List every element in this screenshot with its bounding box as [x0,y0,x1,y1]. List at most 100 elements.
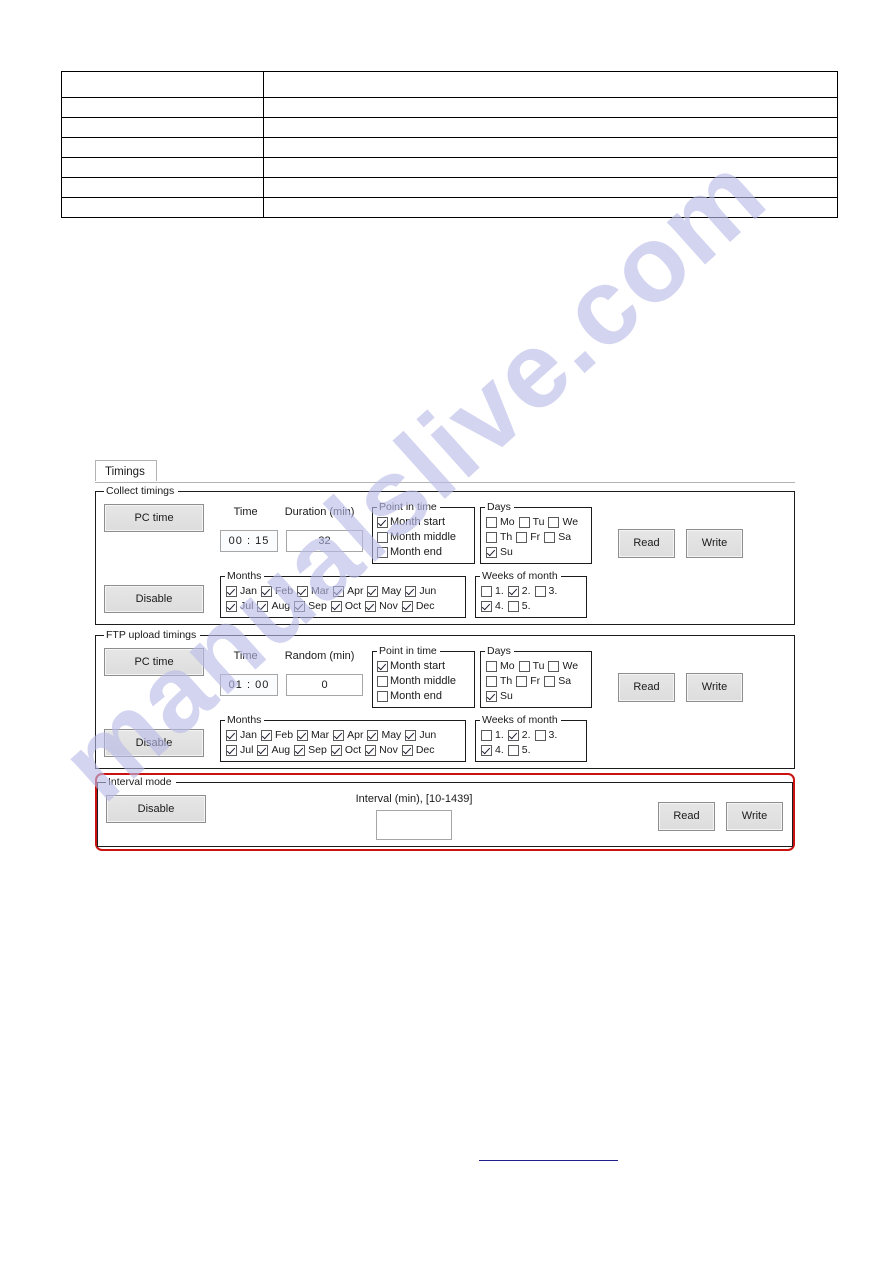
ftp-day-sa[interactable]: Sa [543,674,571,689]
checkbox-icon[interactable] [507,730,519,741]
ftp-month-feb[interactable]: Feb [260,728,293,743]
collect-month-apr[interactable]: Apr [332,584,363,599]
checkbox-icon[interactable] [365,601,377,612]
collect-month-may[interactable]: May [366,584,401,599]
collect-week-2[interactable]: 2. [507,584,531,599]
ftp-month-may[interactable]: May [366,728,401,743]
interval-input[interactable] [376,810,452,840]
checkbox-icon[interactable] [516,676,528,687]
checkbox-icon[interactable] [294,745,306,756]
ftp-day-fr[interactable]: Fr [515,674,540,689]
collect-month-jul[interactable]: Jul [225,599,253,614]
ftp-month-sep[interactable]: Sep [293,743,327,758]
checkbox-icon[interactable] [226,601,237,612]
interval-write-button[interactable]: Write [726,802,783,831]
checkbox-icon[interactable] [330,601,342,612]
collect-day-we[interactable]: We [547,515,578,530]
collect-day-su[interactable]: Su [485,545,513,560]
collect-week-4[interactable]: 4. [480,599,504,614]
ftp-week-4[interactable]: 4. [480,743,504,758]
collect-duration-input[interactable]: 32 [286,530,363,552]
collect-week-3[interactable]: 3. [534,584,557,599]
collect-point-month-end[interactable]: Month end [377,545,470,560]
checkbox-icon[interactable] [486,676,497,687]
collect-month-oct[interactable]: Oct [330,599,361,614]
checkbox-icon[interactable] [367,730,379,741]
collect-disable-button[interactable]: Disable [104,585,204,613]
collect-month-jan[interactable]: Jan [225,584,257,599]
checkbox-icon[interactable] [544,676,556,687]
checkbox-icon[interactable] [486,532,497,543]
checkbox-icon[interactable] [507,586,519,597]
checkbox-icon[interactable] [481,745,492,756]
checkbox-icon[interactable] [548,517,560,528]
checkbox-icon[interactable] [294,601,306,612]
ftp-month-nov[interactable]: Nov [364,743,398,758]
collect-month-sep[interactable]: Sep [293,599,327,614]
collect-pc-time-button[interactable]: PC time [104,504,204,532]
checkbox-icon[interactable] [260,586,272,597]
checkbox-icon[interactable] [401,745,413,756]
ftp-write-button[interactable]: Write [686,673,743,702]
checkbox-icon[interactable] [367,586,379,597]
collect-month-aug[interactable]: Aug [256,599,290,614]
checkbox-icon[interactable] [486,691,497,702]
ftp-point-month-middle[interactable]: Month middle [377,674,470,689]
collect-day-fr[interactable]: Fr [515,530,540,545]
ftp-point-month-end[interactable]: Month end [377,689,470,704]
checkbox-icon[interactable] [257,601,269,612]
checkbox-icon[interactable] [516,532,528,543]
checkbox-icon[interactable] [507,745,519,756]
checkbox-icon[interactable] [377,517,388,528]
checkbox-icon[interactable] [548,661,560,672]
checkbox-icon[interactable] [333,730,345,741]
checkbox-icon[interactable] [377,661,388,672]
checkbox-icon[interactable] [257,745,269,756]
checkbox-icon[interactable] [507,601,519,612]
ftp-day-tu[interactable]: Tu [518,659,544,674]
interval-read-button[interactable]: Read [658,802,715,831]
checkbox-icon[interactable] [405,586,417,597]
checkbox-icon[interactable] [297,730,309,741]
ftp-month-jan[interactable]: Jan [225,728,257,743]
checkbox-icon[interactable] [377,676,388,687]
ftp-month-apr[interactable]: Apr [332,728,363,743]
collect-write-button[interactable]: Write [686,529,743,558]
checkbox-icon[interactable] [534,730,546,741]
ftp-time-input[interactable]: 01 : 00 [220,674,278,696]
tab-timings[interactable]: Timings [95,460,157,481]
checkbox-icon[interactable] [377,547,388,558]
checkbox-icon[interactable] [226,586,237,597]
ftp-month-dec[interactable]: Dec [401,743,435,758]
checkbox-icon[interactable] [330,745,342,756]
collect-point-month-middle[interactable]: Month middle [377,530,470,545]
checkbox-icon[interactable] [481,601,492,612]
ftp-week-3[interactable]: 3. [534,728,557,743]
checkbox-icon[interactable] [377,691,388,702]
collect-read-button[interactable]: Read [618,529,675,558]
ftp-month-aug[interactable]: Aug [256,743,290,758]
checkbox-icon[interactable] [365,745,377,756]
checkbox-icon[interactable] [481,586,492,597]
collect-month-nov[interactable]: Nov [364,599,398,614]
checkbox-icon[interactable] [377,532,388,543]
checkbox-icon[interactable] [518,517,530,528]
ftp-day-mo[interactable]: Mo [485,659,515,674]
ftp-random-input[interactable]: 0 [286,674,363,696]
ftp-month-jul[interactable]: Jul [225,743,253,758]
collect-day-tu[interactable]: Tu [518,515,544,530]
ftp-read-button[interactable]: Read [618,673,675,702]
collect-month-jun[interactable]: Jun [404,584,436,599]
ftp-month-jun[interactable]: Jun [404,728,436,743]
collect-day-mo[interactable]: Mo [485,515,515,530]
ftp-week-5[interactable]: 5. [507,743,531,758]
bottom-hyperlink-underline[interactable] [479,1160,618,1161]
checkbox-icon[interactable] [534,586,546,597]
collect-time-input[interactable]: 00 : 15 [220,530,278,552]
ftp-day-we[interactable]: We [547,659,578,674]
ftp-month-mar[interactable]: Mar [296,728,329,743]
checkbox-icon[interactable] [486,517,497,528]
checkbox-icon[interactable] [486,547,497,558]
collect-month-dec[interactable]: Dec [401,599,435,614]
checkbox-icon[interactable] [401,601,413,612]
